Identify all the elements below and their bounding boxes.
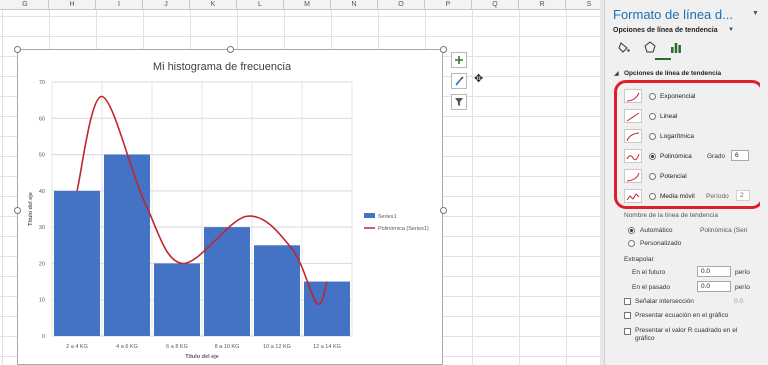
- forward-unit: perío: [735, 269, 750, 276]
- custom-label: Personalizado: [640, 240, 682, 247]
- automatic-name-value: Polinómica (Seri: [700, 227, 748, 234]
- chart-resize-handle[interactable]: [440, 207, 447, 214]
- radio-automatic[interactable]: [628, 227, 635, 234]
- legend-label-trendline: Polinómica (Series1): [378, 226, 429, 232]
- histogram-bar: [154, 263, 200, 336]
- column-header-l[interactable]: L: [237, 0, 284, 10]
- y-tick-label: 20: [39, 261, 45, 267]
- pentagon-effects-icon[interactable]: [643, 40, 657, 54]
- column-header-j[interactable]: J: [143, 0, 190, 10]
- column-header-row: GHIJKLMNOPQRS: [0, 0, 600, 10]
- histogram-bar: [104, 154, 150, 336]
- intersect-checkbox[interactable]: [624, 298, 631, 305]
- show-r2-checkbox[interactable]: [624, 328, 631, 335]
- histogram-bar: [254, 245, 300, 336]
- spreadsheet[interactable]: GHIJKLMNOPQRS Mi histograma de frecuenci…: [0, 0, 600, 365]
- pane-scrollbar[interactable]: [760, 0, 768, 365]
- trendline-name-header: Nombre de la línea de tendencia: [624, 212, 718, 219]
- chart-side-tools: [451, 52, 469, 115]
- forward-label: En el futuro: [632, 269, 666, 276]
- x-tick-label: 4 a 6 KG: [116, 344, 138, 350]
- y-tick-label: 30: [39, 225, 45, 231]
- column-header-h[interactable]: H: [49, 0, 96, 10]
- y-tick-label: 50: [39, 153, 45, 159]
- column-header-q[interactable]: Q: [472, 0, 519, 10]
- column-header-p[interactable]: P: [425, 0, 472, 10]
- radio-custom[interactable]: [628, 240, 635, 247]
- column-header-n[interactable]: N: [331, 0, 378, 10]
- column-header-r[interactable]: R: [519, 0, 566, 10]
- column-header-s[interactable]: S: [566, 0, 600, 10]
- x-tick-label: 2 a 4 KG: [66, 344, 88, 350]
- legend-swatch-series1: [364, 213, 375, 218]
- x-axis-title: Título del eje: [185, 354, 219, 360]
- filter-icon[interactable]: [451, 94, 467, 110]
- chart-resize-handle[interactable]: [14, 46, 21, 53]
- column-header-i[interactable]: I: [96, 0, 143, 10]
- chart-title: Mi histograma de frecuencia: [153, 61, 292, 73]
- y-axis-title: Título del eje: [28, 192, 34, 226]
- column-header-g[interactable]: G: [2, 0, 49, 10]
- legend-label-series1: Series1: [378, 214, 397, 220]
- brush-icon[interactable]: [451, 73, 467, 89]
- chart-resize-handle[interactable]: [14, 207, 21, 214]
- x-tick-label: 12 a 14 KG: [313, 344, 341, 350]
- automatic-label: Automático: [640, 227, 673, 234]
- forward-input[interactable]: 0.0: [697, 266, 731, 277]
- plus-icon[interactable]: [451, 52, 467, 68]
- chart-container[interactable]: Mi histograma de frecuencia 0 10 20 30 40 50 60…: [17, 49, 443, 365]
- x-tick-label: 6 a 8 KG: [166, 344, 188, 350]
- y-tick-label: 10: [39, 298, 45, 304]
- active-tab-indicator: [655, 58, 671, 60]
- y-tick-label: 70: [39, 80, 45, 86]
- pane-options-chevron-icon[interactable]: ▼: [752, 10, 759, 17]
- extrapolar-header: Extrapolar: [624, 256, 654, 263]
- x-tick-label: 8 a 10 KG: [215, 344, 240, 350]
- pane-subtitle[interactable]: Opciones de línea de tendencia: [613, 27, 718, 34]
- y-tick-label: 40: [39, 189, 45, 195]
- backward-input[interactable]: 0.0: [697, 281, 731, 292]
- x-tick-label: 10 a 12 KG: [263, 344, 291, 350]
- fill-bucket-icon[interactable]: [617, 40, 631, 54]
- histogram-bar: [54, 190, 100, 336]
- histogram-bar: [204, 227, 250, 336]
- column-header-m[interactable]: M: [284, 0, 331, 10]
- section-header[interactable]: Opciones de línea de tendencia: [624, 70, 721, 77]
- intersect-label: Señalar intersección: [635, 298, 694, 305]
- move-cursor-icon: ✥: [474, 73, 484, 85]
- show-equation-checkbox[interactable]: [624, 312, 631, 319]
- chevron-down-icon[interactable]: ▼: [728, 27, 734, 33]
- backward-unit: perío: [735, 284, 750, 291]
- pane-tabs: [617, 40, 683, 56]
- highlight-box: [614, 80, 764, 209]
- histogram-chart[interactable]: Mi histograma de frecuencia 0 10 20 30 40 50 60…: [18, 50, 444, 365]
- column-header-o[interactable]: O: [378, 0, 425, 10]
- pane-title: Formato de línea d...: [613, 7, 733, 22]
- bar-chart-options-icon[interactable]: [669, 40, 683, 54]
- chart-resize-handle[interactable]: [440, 46, 447, 53]
- collapse-arrow-icon[interactable]: ◢: [614, 70, 619, 77]
- show-equation-label: Presentar ecuación en el gráfico: [635, 312, 729, 319]
- y-tick-label: 0: [42, 334, 45, 340]
- y-tick-label: 60: [39, 116, 45, 122]
- column-header-k[interactable]: K: [190, 0, 237, 10]
- chart-resize-handle[interactable]: [227, 46, 234, 53]
- backward-label: En el pasado: [632, 284, 670, 291]
- show-r2-label: Presentar el valor R cuadrado en el gráf…: [635, 327, 738, 342]
- intersect-value: 0.0: [734, 298, 744, 305]
